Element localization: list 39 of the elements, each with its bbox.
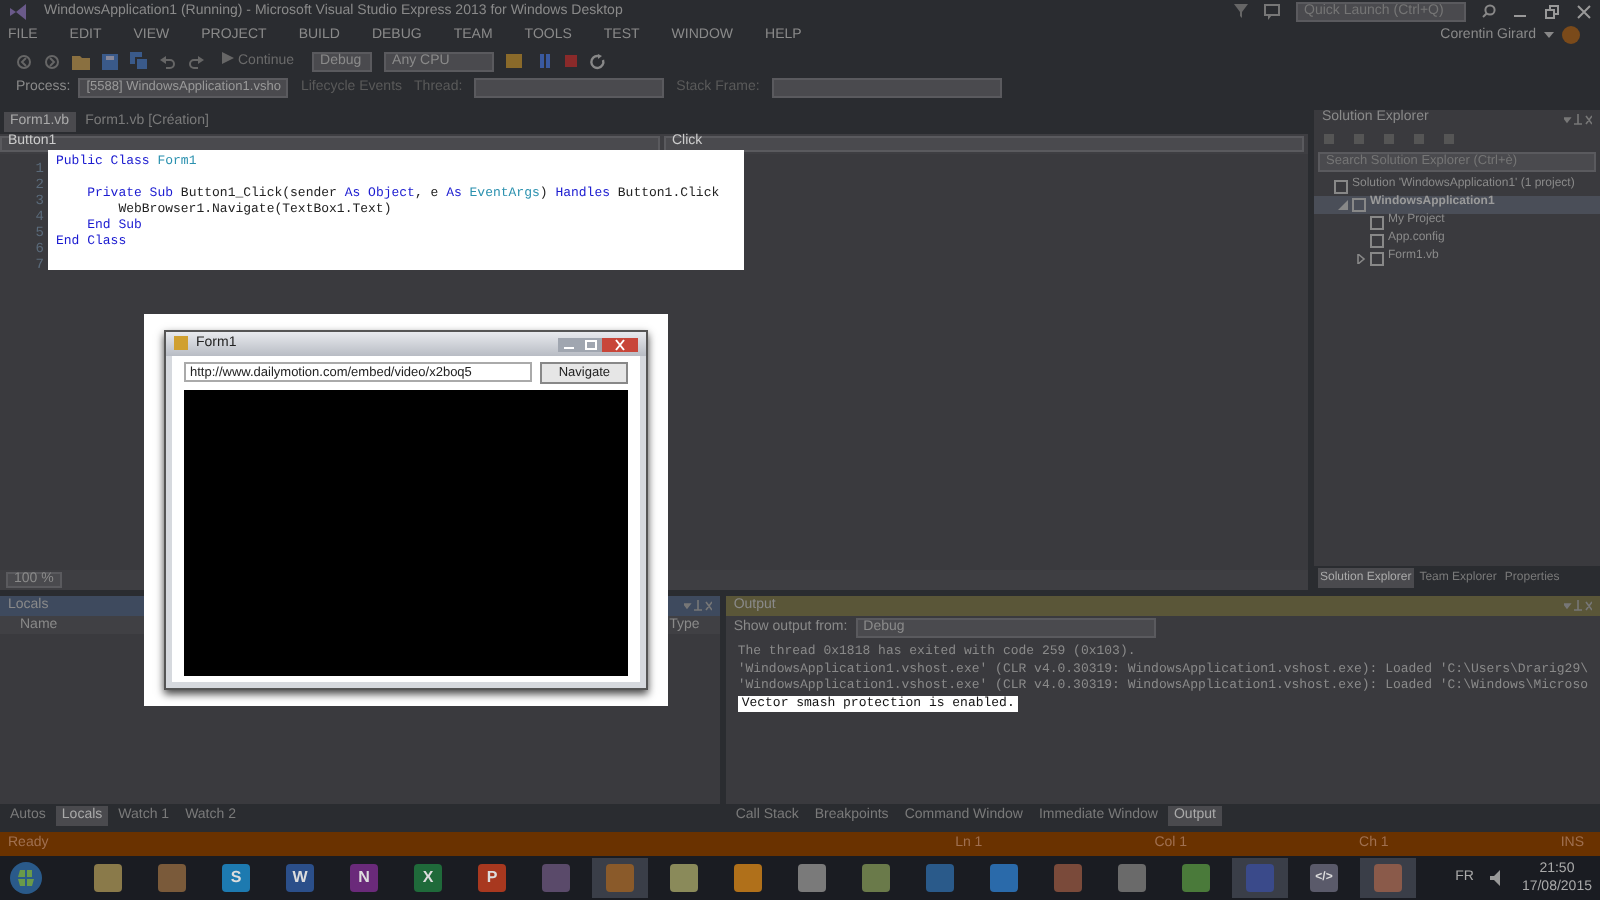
form-icon — [174, 336, 188, 351]
pin-icon[interactable] — [1564, 113, 1592, 126]
pin-icon[interactable] — [683, 600, 712, 613]
filter-icon — [1234, 4, 1248, 19]
avatar[interactable] — [1562, 26, 1580, 45]
restart-icon[interactable] — [590, 53, 607, 70]
undo-icon[interactable] — [160, 53, 176, 70]
start-orb-icon[interactable] — [8, 860, 44, 897]
taskbar-app[interactable]: X — [400, 858, 456, 899]
feedback-icon — [1264, 3, 1280, 20]
stop-icon[interactable] — [564, 54, 579, 69]
play-icon — [222, 51, 234, 64]
taskbar-app[interactable]: W — [272, 858, 328, 899]
restore-icon[interactable] — [1544, 3, 1560, 20]
save-all-icon[interactable] — [130, 52, 148, 71]
close-icon[interactable] — [602, 337, 638, 351]
search-icon[interactable] — [1482, 4, 1496, 19]
taskbar-app[interactable]: P — [464, 858, 520, 899]
find-icon[interactable] — [506, 52, 527, 71]
save-icon[interactable] — [102, 53, 118, 70]
expanded-arrow-icon[interactable] — [1338, 199, 1348, 210]
taskbar-app[interactable]: S — [208, 858, 264, 899]
pin-icon[interactable] — [1564, 600, 1592, 613]
caret-icon[interactable] — [1544, 30, 1554, 41]
taskbar-app[interactable]: N — [336, 858, 392, 899]
collapsed-arrow-icon[interactable] — [1356, 253, 1366, 264]
minimize-icon[interactable] — [558, 337, 580, 351]
thread-dropdown[interactable] — [474, 78, 665, 99]
pause-icon[interactable] — [538, 54, 553, 69]
visual-studio-logo-icon — [8, 1, 28, 22]
taskbar-app[interactable] — [592, 858, 648, 899]
maximize-icon[interactable] — [580, 337, 602, 351]
redo-icon[interactable] — [188, 53, 204, 70]
stack-frame-dropdown[interactable] — [771, 78, 1002, 99]
volume-icon[interactable] — [1489, 870, 1506, 887]
taskbar-app[interactable] — [1232, 858, 1288, 899]
close-icon[interactable] — [1576, 3, 1592, 20]
taskbar-app[interactable] — [1360, 858, 1416, 899]
folder-icon[interactable] — [72, 53, 90, 70]
